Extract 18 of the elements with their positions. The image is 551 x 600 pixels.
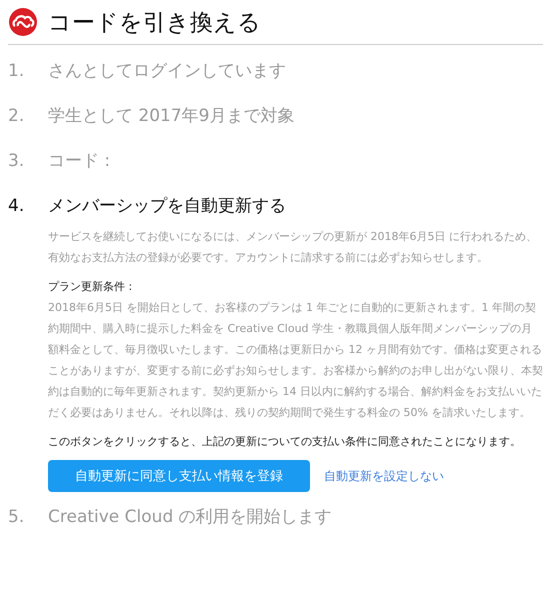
page-title: コードを引き換える xyxy=(48,8,261,38)
step-title: コード : xyxy=(48,150,112,173)
step-title: さんとしてログインしています xyxy=(48,60,287,83)
description-text: サービスを継続してお使いになるには、メンバーシップの更新が 2018年6月5日 に行われるため、有効なお支払方法の登録が必要です。アカウントに請求する前には必ずお知らせします。 xyxy=(48,229,538,266)
consent-text: このボタンをクリックすると、上記の更新についての支払い条件に同意されたことになります。 xyxy=(48,434,522,450)
step-number: 4. xyxy=(8,195,26,218)
step-title: メンバーシップを自動更新する xyxy=(48,195,287,218)
terms-heading: プラン更新条件 : xyxy=(48,279,134,295)
step-title: 学生として 2017年9月まで対象 xyxy=(48,105,296,128)
skip-link[interactable]: 自動更新を設定しない xyxy=(324,466,444,486)
step-number: 5. xyxy=(8,506,26,529)
step-number: 2. xyxy=(8,105,26,128)
logo-icon xyxy=(8,7,38,37)
step-title: Creative Cloud の利用を開始します xyxy=(48,506,333,529)
register-button[interactable]: 自動更新に同意し支払い情報を登録 xyxy=(48,460,310,492)
step-number: 1. xyxy=(8,60,26,83)
terms-text: 2018年6月5日 を開始日として、お客様のプランは 1 年ごとに自動的に更新されます。1 年間の契約期間中、購入時に提示した料金を Creative Cloud 学生・教職員個人版年間メンバーシップの月額料金として、毎月徴収いたします。この価格は更新日から 12 ヶ月間有効です。価格は変更されることがありますが、変更する前に必ずお知らせします。お客様から解約のお申し出がない限り、本契約は自動的に毎年更新されます。契約更新から 14 日以内に解約する場合、解約料金をお支払いいただく必要はありません。それ以降は、残りの契約期間で発生する料金の 50% を請求いたします。 xyxy=(48,300,543,421)
step-number: 3. xyxy=(8,150,26,173)
